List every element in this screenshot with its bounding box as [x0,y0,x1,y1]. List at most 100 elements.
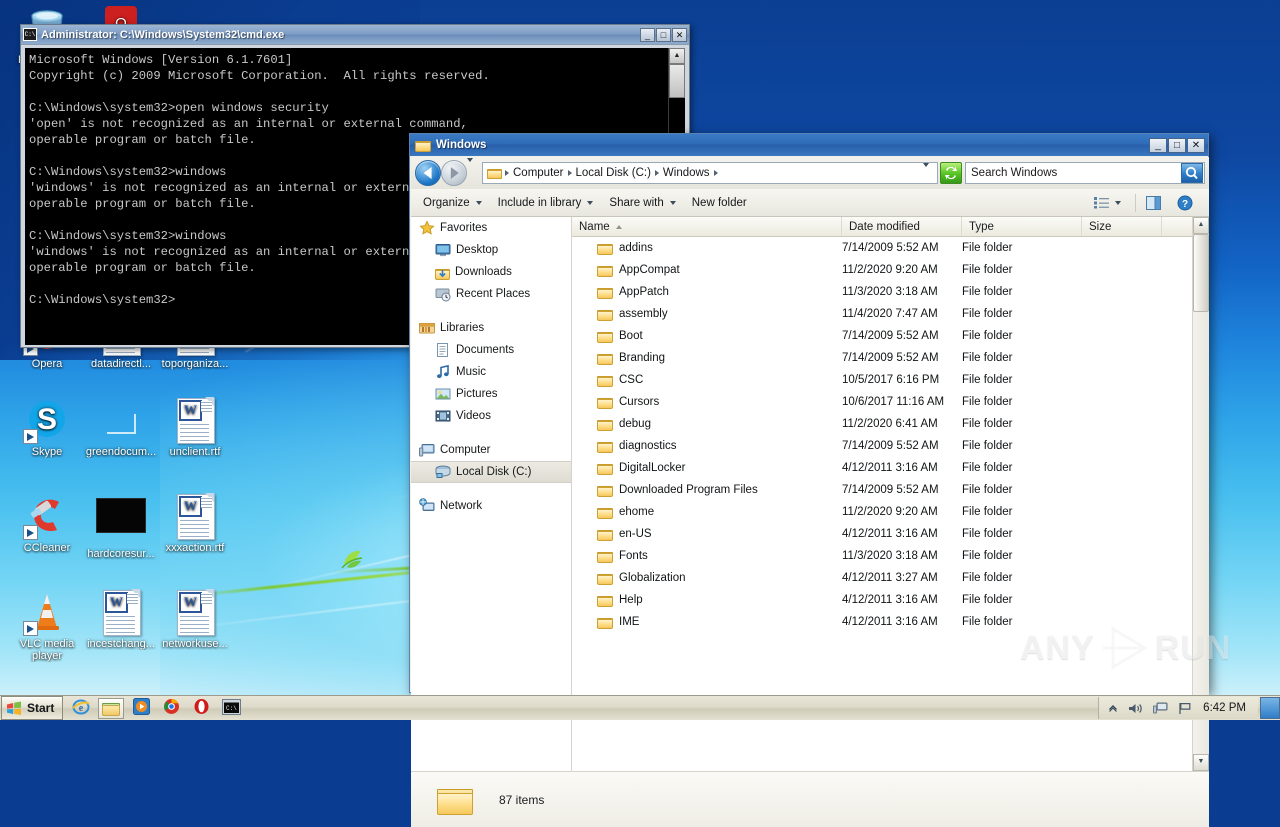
breadcrumb-item-computer[interactable]: Computer [510,167,567,179]
table-row[interactable]: Fonts 11/3/2020 3:18 AM File folder [572,545,1209,567]
desktop-icon-ccleaner[interactable]: CCleaner [8,492,86,554]
organize-button[interactable]: Organize [417,194,488,212]
file-name-cell[interactable]: Downloaded Program Files [572,484,842,497]
breadcrumb-item-windows[interactable]: Windows [660,167,713,179]
file-name-cell[interactable]: Boot [572,330,842,343]
table-row[interactable]: debug 11/2/2020 6:41 AM File folder [572,413,1209,435]
breadcrumb-separator[interactable] [505,170,509,176]
file-name-cell[interactable]: en-US [572,528,842,541]
table-row[interactable]: Downloaded Program Files 7/14/2009 5:52 A… [572,479,1209,501]
windows-explorer-window[interactable]: Windows _ □ ✕ Computer Local Disk (C:) W… [409,133,1209,827]
table-row[interactable]: addins 7/14/2009 5:52 AM File folder [572,237,1209,259]
sidebar-item-favorites[interactable]: Favorites [411,217,571,239]
desktop-icon-vlc[interactable]: VLC media player [8,588,86,662]
file-list-pane[interactable]: Name Date modified Type Size addins 7/14/… [572,217,1209,771]
sidebar-item-computer[interactable]: Computer [411,439,571,461]
file-name-cell[interactable]: Fonts [572,550,842,563]
chevron-down-icon[interactable] [1115,200,1121,205]
explorer-maximize-button[interactable]: □ [1168,137,1186,153]
scroll-thumb[interactable] [1193,234,1209,312]
recent-pages-button[interactable] [467,158,480,184]
breadcrumb-separator[interactable] [713,170,718,176]
refresh-icon[interactable] [940,162,962,184]
table-row[interactable]: Cursors 10/6/2017 11:16 AM File folder [572,391,1209,413]
breadcrumb-item-local-disk[interactable]: Local Disk (C:) [573,167,654,179]
help-icon[interactable]: ? [1171,192,1199,214]
column-header-name[interactable]: Name [572,217,842,236]
desktop-icon-xxxaction-rtf[interactable]: W xxxaction.rtf [156,492,234,554]
desktop-icon-skype[interactable]: S Skype [8,396,86,458]
sidebar-item-libraries[interactable]: Libraries [411,317,571,339]
desktop-icon-hardcoresur[interactable]: hardcoresur... [82,492,160,560]
file-name-cell[interactable]: AppCompat [572,264,842,277]
forward-button[interactable] [441,160,467,186]
share-with-button[interactable]: Share with [603,194,681,212]
search-input-value[interactable]: Search Windows [966,167,1181,179]
navigation-pane[interactable]: Favorites Desktop Downloads Recent Place… [411,217,572,771]
speaker-icon[interactable] [1128,702,1143,715]
taskbar-button-internet-explorer[interactable]: e [68,698,94,719]
file-name-cell[interactable]: IME [572,616,842,629]
breadcrumb-separator[interactable] [567,170,572,176]
search-icon[interactable] [1181,163,1203,183]
clock[interactable]: 6:42 PM [1203,702,1246,714]
file-name-cell[interactable]: Branding [572,352,842,365]
new-folder-button[interactable]: New folder [686,194,753,212]
search-input[interactable]: Search Windows [965,162,1205,184]
cmd-scroll-up-button[interactable]: ▲ [669,48,685,64]
cmd-minimize-button[interactable]: _ [640,27,655,42]
show-desktop-button[interactable] [1260,697,1280,719]
cmd-titlebar[interactable]: C:\ Administrator: C:\Windows\System32\c… [21,25,689,45]
sidebar-item-downloads[interactable]: Downloads [411,261,571,283]
taskbar-button-windows-media-player[interactable] [128,698,154,719]
desktop-icon-unclient-rtf[interactable]: W unclient.rtf [156,396,234,458]
column-header-date-modified[interactable]: Date modified [842,217,962,236]
back-button[interactable] [415,160,441,186]
table-row[interactable]: Boot 7/14/2009 5:52 AM File folder [572,325,1209,347]
sidebar-item-pictures[interactable]: Pictures [411,383,571,405]
column-header-size[interactable]: Size [1082,217,1162,236]
start-button[interactable]: Start [1,696,64,720]
explorer-titlebar[interactable]: Windows _ □ ✕ [410,134,1208,156]
table-row[interactable]: Globalization 4/12/2011 3:27 AM File folde… [572,567,1209,589]
file-rows-container[interactable]: addins 7/14/2009 5:52 AM File folder AppCom… [572,237,1209,633]
taskbar-button-opera[interactable] [188,698,214,719]
file-name-cell[interactable]: Cursors [572,396,842,409]
table-row[interactable]: CSC 10/5/2017 6:16 PM File folder [572,369,1209,391]
taskbar-button-windows-explorer[interactable] [98,697,125,719]
cmd-maximize-button[interactable]: □ [656,27,671,42]
table-row[interactable]: Branding 7/14/2009 5:52 AM File folder [572,347,1209,369]
table-row[interactable]: IME 4/12/2011 3:16 AM File folder [572,611,1209,633]
table-row[interactable]: AppPatch 11/3/2020 3:18 AM File folder [572,281,1209,303]
scroll-down-button[interactable]: ▼ [1193,754,1209,771]
sidebar-item-desktop[interactable]: Desktop [411,239,571,261]
taskbar-button-google-chrome[interactable] [158,698,184,719]
desktop-icon-networkuse[interactable]: W networkuse... [156,588,234,650]
breadcrumb[interactable]: Computer Local Disk (C:) Windows [482,162,938,184]
chevron-down-icon[interactable] [918,163,934,179]
system-tray[interactable]: 6:42 PM [1098,697,1258,719]
table-row[interactable]: DigitalLocker 4/12/2011 3:16 AM File folde… [572,457,1209,479]
column-header-type[interactable]: Type [962,217,1082,236]
chevron-up-icon[interactable] [1108,703,1118,713]
sidebar-item-recent-places[interactable]: Recent Places [411,283,571,305]
file-name-cell[interactable]: diagnostics [572,440,842,453]
cmd-close-button[interactable]: ✕ [672,27,687,42]
file-name-cell[interactable]: Globalization [572,572,842,585]
flag-icon[interactable] [1178,702,1192,715]
table-row[interactable]: assembly 11/4/2020 7:47 AM File folder [572,303,1209,325]
sidebar-item-local-disk-c[interactable]: Local Disk (C:) [411,461,571,483]
sidebar-item-videos[interactable]: Videos [411,405,571,427]
file-name-cell[interactable]: debug [572,418,842,431]
preview-pane-icon[interactable] [1140,193,1167,213]
include-in-library-button[interactable]: Include in library [492,194,600,212]
table-row[interactable]: AppCompat 11/2/2020 9:20 AM File folder [572,259,1209,281]
file-name-cell[interactable]: CSC [572,374,842,387]
cmd-scroll-thumb[interactable] [669,64,685,98]
desktop-icon-greendocum[interactable]: greendocum... [82,396,160,458]
taskbar[interactable]: Start e C:\ 6:42 PM [0,695,1280,720]
sidebar-item-music[interactable]: Music [411,361,571,383]
file-list-scrollbar[interactable]: ▲ ▼ [1192,217,1209,771]
file-name-cell[interactable]: addins [572,242,842,255]
breadcrumb-separator[interactable] [654,170,659,176]
